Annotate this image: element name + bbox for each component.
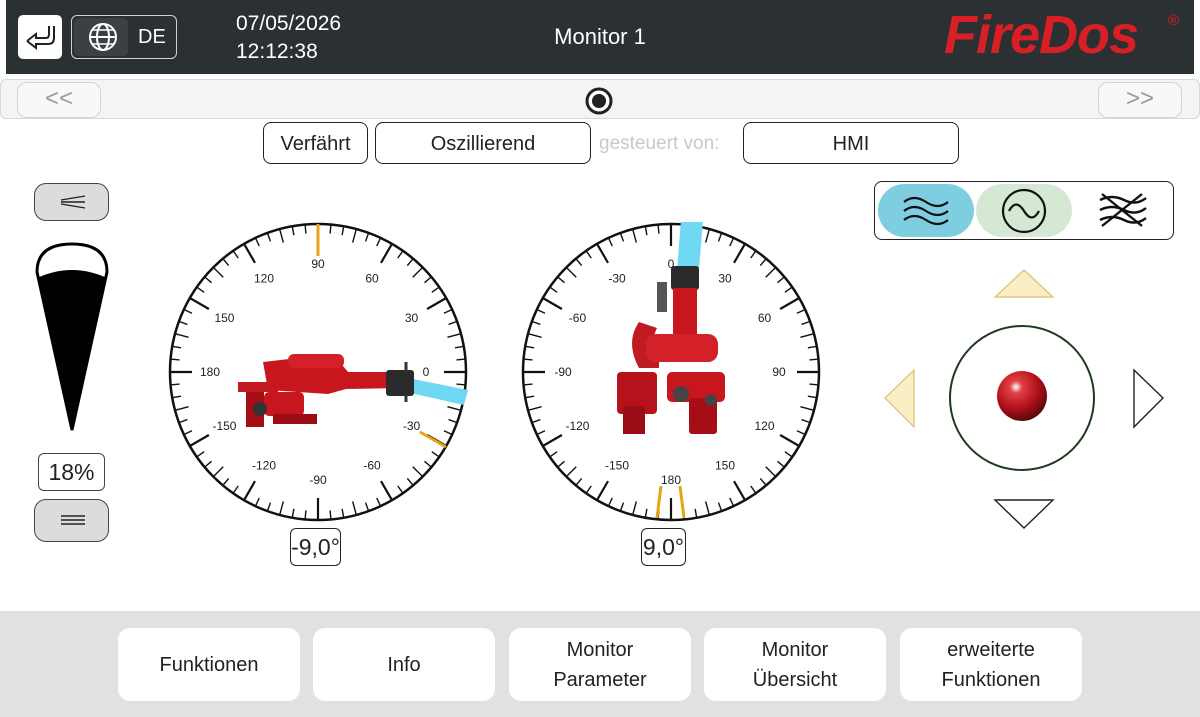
- jet-wide-button[interactable]: [34, 499, 109, 542]
- horizontal-angle-value: -9,0°: [290, 528, 341, 566]
- gauge-tick: [304, 510, 307, 520]
- spray-cross-icon: [1099, 193, 1147, 227]
- gauge-tick: [329, 510, 332, 520]
- gauge-tick: [523, 383, 533, 386]
- language-code: DE: [138, 26, 166, 48]
- mode-spray-button[interactable]: [1074, 184, 1170, 237]
- jet-narrow-button[interactable]: [34, 183, 109, 221]
- gauge-label: 120: [254, 271, 274, 285]
- gauge-label: -30: [608, 271, 626, 285]
- globe-icon: [74, 18, 128, 56]
- footer-button-funktionen[interactable]: Funktionen: [118, 628, 300, 701]
- gauge-label: 180: [200, 365, 220, 379]
- gauge-label: 150: [715, 459, 735, 473]
- gauge-label: 30: [718, 271, 732, 285]
- gauge-label: 120: [755, 419, 775, 433]
- gauge-label: 0: [423, 365, 430, 379]
- firedos-logo: FireDos: [944, 5, 1139, 65]
- jet-percent: 18%: [38, 453, 105, 491]
- time-text: 12:12:38: [236, 40, 318, 63]
- footer-button-monitor-uebersicht[interactable]: Monitor Übersicht: [704, 628, 886, 701]
- gauge-label: 150: [214, 311, 234, 325]
- gauge-label: -90: [309, 473, 327, 487]
- footer-button-info[interactable]: Info: [313, 628, 495, 701]
- arrow-right-icon[interactable]: [1133, 368, 1164, 429]
- gauge-label: 60: [365, 271, 379, 285]
- gauge-tick: [170, 358, 180, 361]
- language-button[interactable]: DE: [71, 15, 177, 59]
- joystick-pad: [884, 269, 1164, 529]
- return-icon: [26, 26, 55, 51]
- gauge-label: 60: [758, 311, 772, 325]
- gauge-label: -120: [252, 459, 276, 473]
- arrow-down-icon[interactable]: [993, 499, 1055, 529]
- gauge-label: -150: [212, 419, 236, 433]
- vertical-angle-gauge: 0306090120150180-150-120-90-60-30: [521, 222, 821, 522]
- vertical-angle-value: 9,0°: [641, 528, 686, 566]
- gauge-tick: [170, 383, 180, 386]
- gauge-label: -120: [565, 419, 589, 433]
- gauge-label: 90: [772, 365, 786, 379]
- next-monitor-button[interactable]: >>: [1098, 82, 1182, 118]
- prev-monitor-button[interactable]: <<: [17, 82, 101, 118]
- page-title: Monitor 1: [554, 24, 646, 49]
- gauge-tick: [456, 358, 466, 361]
- arrow-left-icon[interactable]: [884, 368, 915, 429]
- water-jet: [677, 222, 703, 270]
- spray-cone-indicator: [35, 242, 109, 431]
- controlled-by-label: gesteuert von:: [599, 133, 720, 154]
- mode-oscillate-button[interactable]: [976, 184, 1072, 237]
- controller-source: HMI: [743, 122, 959, 164]
- operation-mode: Oszillierend: [375, 122, 591, 164]
- gauge-label: -60: [569, 311, 587, 325]
- date-text: 07/05/2026: [236, 12, 342, 35]
- gauge-label: -30: [403, 419, 421, 433]
- joystick-knob[interactable]: [997, 371, 1047, 421]
- mode-jet-button[interactable]: [878, 184, 974, 237]
- gauge-tick: [329, 224, 332, 234]
- gauge-label: 30: [405, 311, 419, 325]
- narrow-jet-icon: [60, 195, 86, 209]
- gauge-label: -60: [363, 459, 381, 473]
- back-button[interactable]: [18, 15, 62, 59]
- gauge-label: 180: [661, 473, 681, 487]
- registered-mark: ®: [1168, 12, 1180, 29]
- arrow-up-icon[interactable]: [993, 269, 1055, 298]
- footer-button-erweiterte-funktionen[interactable]: erweiterte Funktionen: [900, 628, 1082, 701]
- oscillate-sine-icon: [1001, 188, 1047, 234]
- gauge-label: 90: [311, 257, 325, 271]
- jet-mode-selector: [874, 181, 1174, 240]
- gauge-tick: [809, 358, 819, 361]
- horizontal-angle-gauge: 0 30 60 90 120 150 180 -150 -120 -90 -60 -30: [168, 222, 468, 522]
- gauge-label: -150: [605, 459, 629, 473]
- jet-waves-icon: [903, 196, 949, 226]
- gauge-tick: [657, 224, 660, 234]
- gauge-label: -90: [554, 365, 572, 379]
- footer-button-monitor-parameter[interactable]: Monitor Parameter: [509, 628, 691, 701]
- page-indicator-dot: [585, 87, 613, 115]
- wide-jet-icon: [61, 515, 85, 525]
- gauge-tick: [304, 224, 307, 234]
- datetime: 07/05/2026 12:12:38: [236, 10, 341, 66]
- gauge-tick: [456, 383, 466, 386]
- movement-state: Verfährt: [263, 122, 368, 164]
- gauge-tick: [809, 383, 819, 386]
- gauge-tick: [523, 358, 533, 361]
